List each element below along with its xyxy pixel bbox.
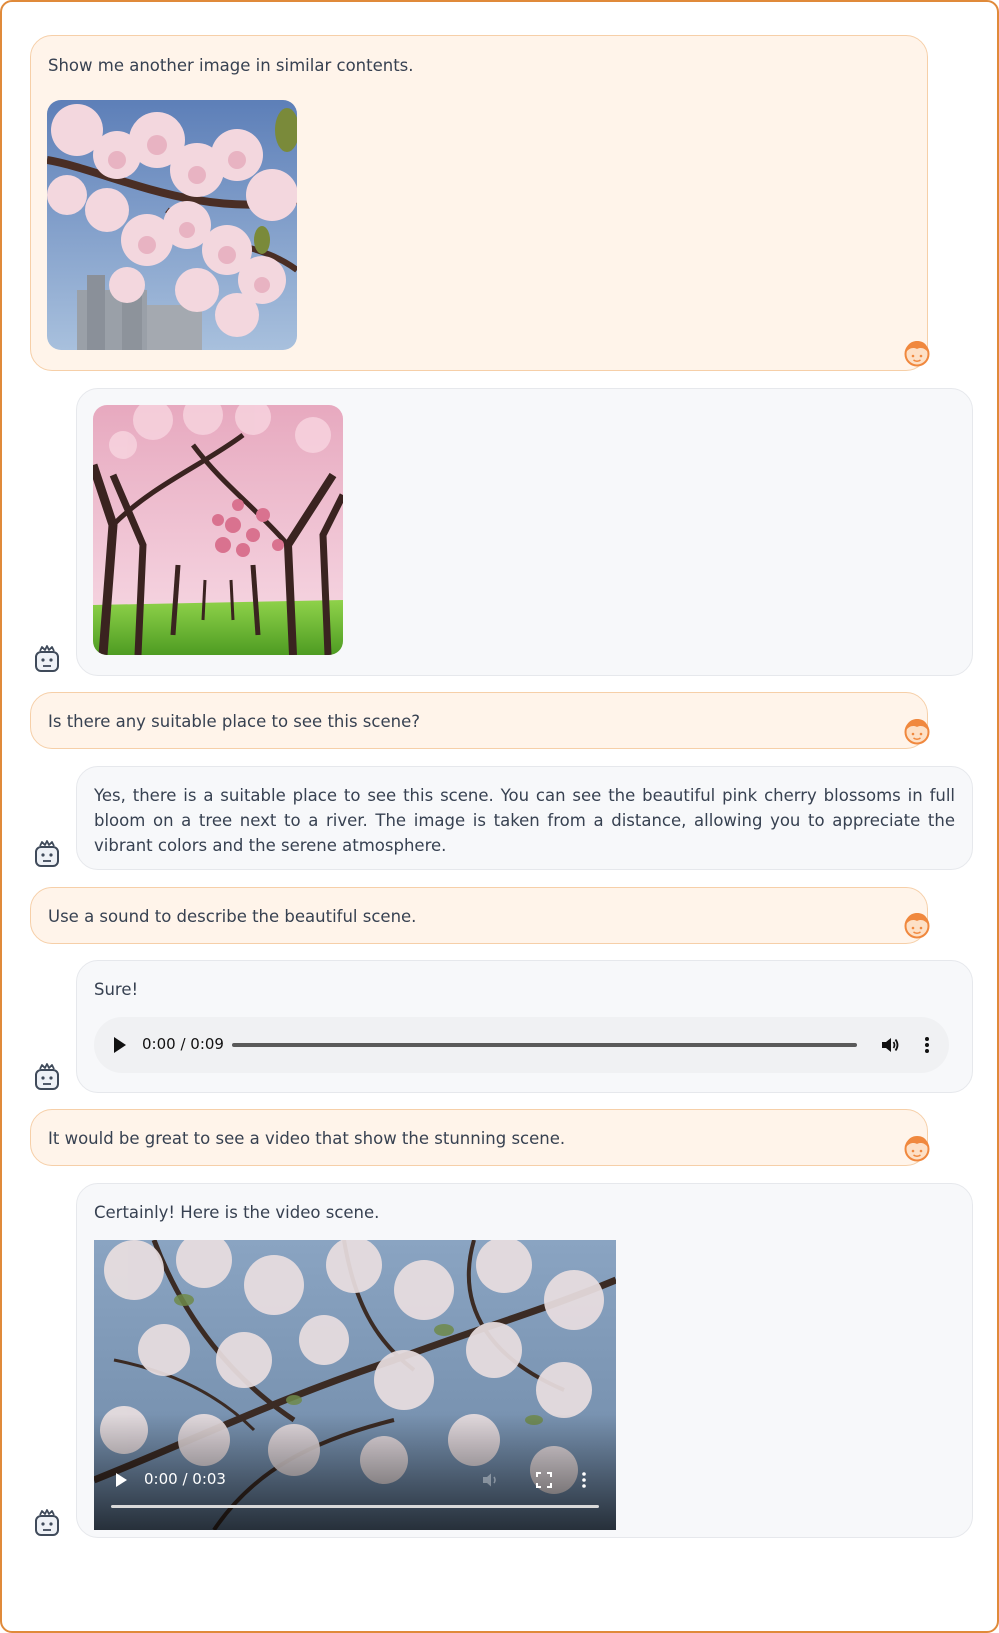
message-text: Certainly! Here is the video scene.: [94, 1203, 380, 1222]
user-message: Show me another image in similar content…: [30, 35, 928, 371]
message-text: Sure!: [94, 980, 139, 999]
message-text: It would be great to see a video that sh…: [48, 1129, 566, 1148]
uploaded-cherry-blossom-image[interactable]: [47, 100, 297, 350]
generated-cherry-blossom-image[interactable]: [93, 405, 343, 655]
user-message: It would be great to see a video that sh…: [30, 1109, 928, 1166]
robot-avatar-icon: [32, 1062, 62, 1092]
robot-avatar-icon: [32, 1508, 62, 1538]
user-avatar-icon: [902, 910, 932, 940]
more-vertical-icon[interactable]: [574, 1470, 594, 1490]
robot-avatar-icon: [32, 644, 62, 674]
video-player[interactable]: 0:00 / 0:03: [94, 1240, 616, 1530]
fullscreen-icon[interactable]: [535, 1471, 553, 1489]
assistant-message: Sure! 0:00 / 0:09: [76, 960, 973, 1093]
chat-window: Show me another image in similar content…: [0, 0, 999, 1633]
message-text: Yes, there is a suitable place to see th…: [94, 786, 955, 855]
video-time: 0:00 / 0:03: [144, 1470, 226, 1488]
audio-time: 0:00 / 0:09: [142, 1035, 224, 1053]
audio-player[interactable]: 0:00 / 0:09: [94, 1017, 949, 1073]
user-message: Is there any suitable place to see this …: [30, 692, 928, 749]
user-avatar-icon: [902, 338, 932, 368]
user-avatar-icon: [902, 716, 932, 746]
assistant-message: Certainly! Here is the video scene. 0:00…: [76, 1183, 973, 1538]
message-text: Show me another image in similar content…: [48, 56, 414, 75]
audio-progress-track[interactable]: [232, 1043, 857, 1047]
assistant-message: [76, 388, 973, 676]
volume-icon[interactable]: [879, 1034, 901, 1056]
video-play-icon[interactable]: [116, 1473, 127, 1487]
message-text: Is there any suitable place to see this …: [48, 712, 420, 731]
assistant-message: Yes, there is a suitable place to see th…: [76, 766, 973, 870]
user-message: Use a sound to describe the beautiful sc…: [30, 887, 928, 944]
robot-avatar-icon: [32, 839, 62, 869]
volume-icon[interactable]: [481, 1470, 501, 1490]
user-avatar-icon: [902, 1133, 932, 1163]
message-text: Use a sound to describe the beautiful sc…: [48, 907, 417, 926]
more-vertical-icon[interactable]: [916, 1034, 938, 1056]
play-icon[interactable]: [114, 1037, 126, 1053]
video-progress-track[interactable]: [111, 1505, 599, 1508]
